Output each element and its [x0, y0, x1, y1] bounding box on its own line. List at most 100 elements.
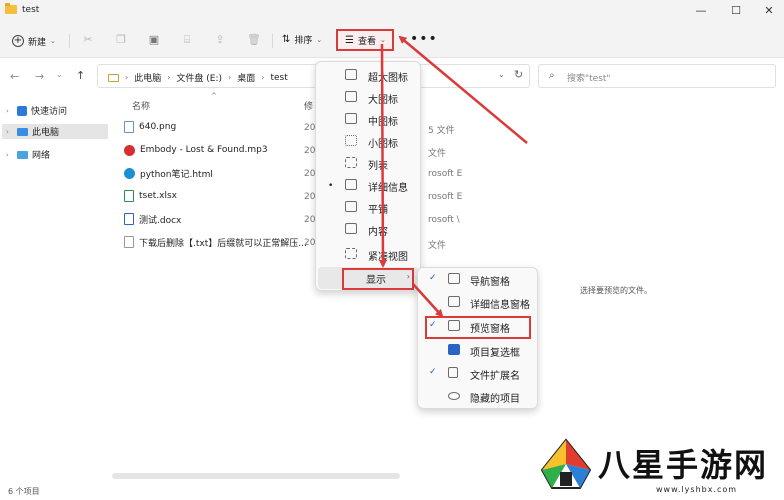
sort-label: 排序 — [294, 36, 313, 46]
compact-view-icon — [345, 248, 357, 259]
medium-icons-icon — [345, 113, 357, 124]
delete-icon[interactable]: 🗑 — [247, 33, 261, 47]
menu-item-tiles[interactable]: 平铺 — [320, 197, 418, 217]
rename-icon[interactable]: ⌸ — [180, 33, 194, 47]
menu-item-details[interactable]: • 详细信息 — [320, 175, 418, 195]
sidebar-item-label: 网络 — [32, 151, 51, 161]
menu-item-extra-large-icons[interactable]: 超大图标 — [320, 65, 418, 85]
maximize-button[interactable]: ☐ — [728, 3, 744, 19]
file-date: 20 — [304, 215, 316, 225]
preview-pane-message: 选择要预览的文件。 — [580, 286, 652, 295]
menu-item-label: 详细信息窗格 — [470, 300, 530, 311]
expand-arrow-icon[interactable]: › — [6, 151, 13, 159]
chevron-right-icon: › — [261, 73, 265, 82]
file-name: 测试.docx — [139, 215, 182, 226]
text-file-icon — [124, 236, 134, 248]
chevron-right-icon: › — [125, 73, 129, 82]
view-list-icon: ☰ — [345, 34, 354, 46]
share-icon[interactable]: ⇪ — [213, 33, 227, 47]
search-icon: ⌕ — [549, 70, 555, 81]
sidebar-item-quick-access[interactable]: › 快速访问 — [2, 103, 108, 118]
view-label: 查看 — [357, 36, 376, 47]
menu-item-label: 文件扩展名 — [470, 371, 520, 382]
chevron-right-icon: › — [167, 73, 171, 82]
sidebar-item-label: 快速访问 — [31, 107, 68, 117]
forward-arrow-icon[interactable]: → — [35, 70, 44, 83]
cut-icon[interactable]: ✂ — [81, 33, 95, 47]
title-bar: test — ☐ ✕ — [0, 0, 784, 24]
menu-item-label: 小图标 — [368, 139, 398, 150]
horizontal-scrollbar[interactable] — [112, 473, 400, 479]
minimize-button[interactable]: — — [693, 3, 709, 19]
breadcrumb-test[interactable]: test — [270, 73, 287, 83]
plus-icon: + — [12, 35, 24, 47]
menu-item-content[interactable]: 内容 — [320, 219, 418, 239]
file-date: 20 — [304, 238, 316, 248]
menu-item-label: 紧凑视图 — [368, 252, 408, 263]
star-icon — [17, 105, 27, 116]
chevron-right-icon: › — [228, 73, 232, 82]
details-view-icon — [345, 179, 357, 190]
file-date: 20 — [304, 123, 316, 133]
menu-item-navigation-pane[interactable]: ✓ 导航窗格 — [422, 269, 535, 290]
navigation-pane-icon — [448, 273, 460, 284]
column-header-date[interactable]: 修 — [304, 99, 313, 112]
menu-item-file-extensions[interactable]: ✓ 文件扩展名 — [422, 363, 535, 384]
tiles-view-icon — [345, 201, 357, 212]
address-bar[interactable]: › 此电脑 › 文件盘 (E:) › 桌面 › test ⌄ ↻ — [97, 64, 530, 88]
file-type: 5 文件 — [428, 126, 455, 136]
sort-caret-icon: ^ — [211, 92, 217, 100]
command-bar: + 新建 ⌄ ✂ ❐ ▣ ⌸ ⇪ 🗑 ⇅ 排序 ⌄ ☰ 查看 ⌄ ••• — [0, 24, 784, 58]
menu-item-label: 大图标 — [368, 95, 398, 106]
large-icons-icon — [345, 91, 357, 102]
expand-arrow-icon[interactable]: › — [6, 128, 13, 136]
breadcrumb-this-pc[interactable]: 此电脑 — [134, 71, 161, 84]
sidebar-item-this-pc[interactable]: › 此电脑 — [2, 124, 108, 139]
breadcrumb-desktop[interactable]: 桌面 — [237, 71, 255, 84]
selected-dot-icon: • — [328, 181, 334, 191]
watermark: 八星手游网 www.lyshbx.com — [536, 436, 784, 500]
menu-item-label: 导航窗格 — [470, 277, 510, 288]
menu-item-medium-icons[interactable]: 中图标 — [320, 109, 418, 129]
menu-item-small-icons[interactable]: 小图标 — [320, 131, 418, 151]
folder-icon — [5, 3, 17, 14]
sort-button[interactable]: ⇅ 排序 ⌄ — [282, 33, 322, 46]
menu-item-details-pane[interactable]: 详细信息窗格 — [422, 292, 535, 313]
copy-icon[interactable]: ❐ — [114, 33, 128, 47]
watermark-text: 八星手游网 — [598, 446, 769, 484]
search-box[interactable]: ⌕ 搜索"test" — [538, 64, 776, 88]
menu-item-list[interactable]: 列表 — [320, 153, 418, 173]
back-arrow-icon[interactable]: ← — [10, 70, 19, 83]
menu-item-hidden-items[interactable]: 隐藏的项目 — [422, 386, 535, 407]
eye-icon — [448, 392, 460, 400]
sidebar-item-network[interactable]: › 网络 — [2, 147, 108, 162]
file-type: 文件 — [428, 149, 447, 159]
menu-item-label: 平铺 — [368, 205, 388, 216]
check-icon: ✓ — [429, 367, 437, 377]
breadcrumb-drive[interactable]: 文件盘 (E:) — [176, 71, 222, 84]
view-button[interactable]: ☰ 查看 ⌄ — [336, 29, 394, 51]
up-arrow-icon[interactable]: ↑ — [76, 69, 85, 82]
toolbar-divider — [272, 34, 273, 48]
paste-icon[interactable]: ▣ — [147, 33, 161, 47]
column-header-name[interactable]: 名称 — [132, 99, 150, 112]
chevron-down-icon: ⌄ — [50, 37, 56, 45]
expand-arrow-icon[interactable]: › — [6, 107, 13, 115]
show-highlight-box — [342, 268, 414, 290]
refresh-icon[interactable]: ↻ — [514, 68, 523, 81]
network-icon — [17, 150, 28, 159]
details-pane-icon — [448, 296, 460, 307]
file-date: 20 — [304, 146, 316, 156]
pc-icon — [17, 127, 28, 136]
history-chevron-icon[interactable]: ⌄ — [56, 70, 63, 79]
menu-item-item-checkboxes[interactable]: 项目复选框 — [422, 340, 535, 361]
new-button[interactable]: + 新建 ⌄ — [12, 32, 56, 50]
chevron-down-icon: ⌄ — [316, 35, 323, 44]
more-options-button[interactable]: ••• — [410, 31, 438, 47]
address-dropdown-icon[interactable]: ⌄ — [498, 70, 505, 79]
menu-item-compact-view[interactable]: 紧凑视图 — [320, 244, 418, 264]
file-type: rosoft E — [428, 192, 463, 202]
word-file-icon — [124, 213, 134, 225]
menu-item-large-icons[interactable]: 大图标 — [320, 87, 418, 107]
close-button[interactable]: ✕ — [761, 3, 777, 19]
